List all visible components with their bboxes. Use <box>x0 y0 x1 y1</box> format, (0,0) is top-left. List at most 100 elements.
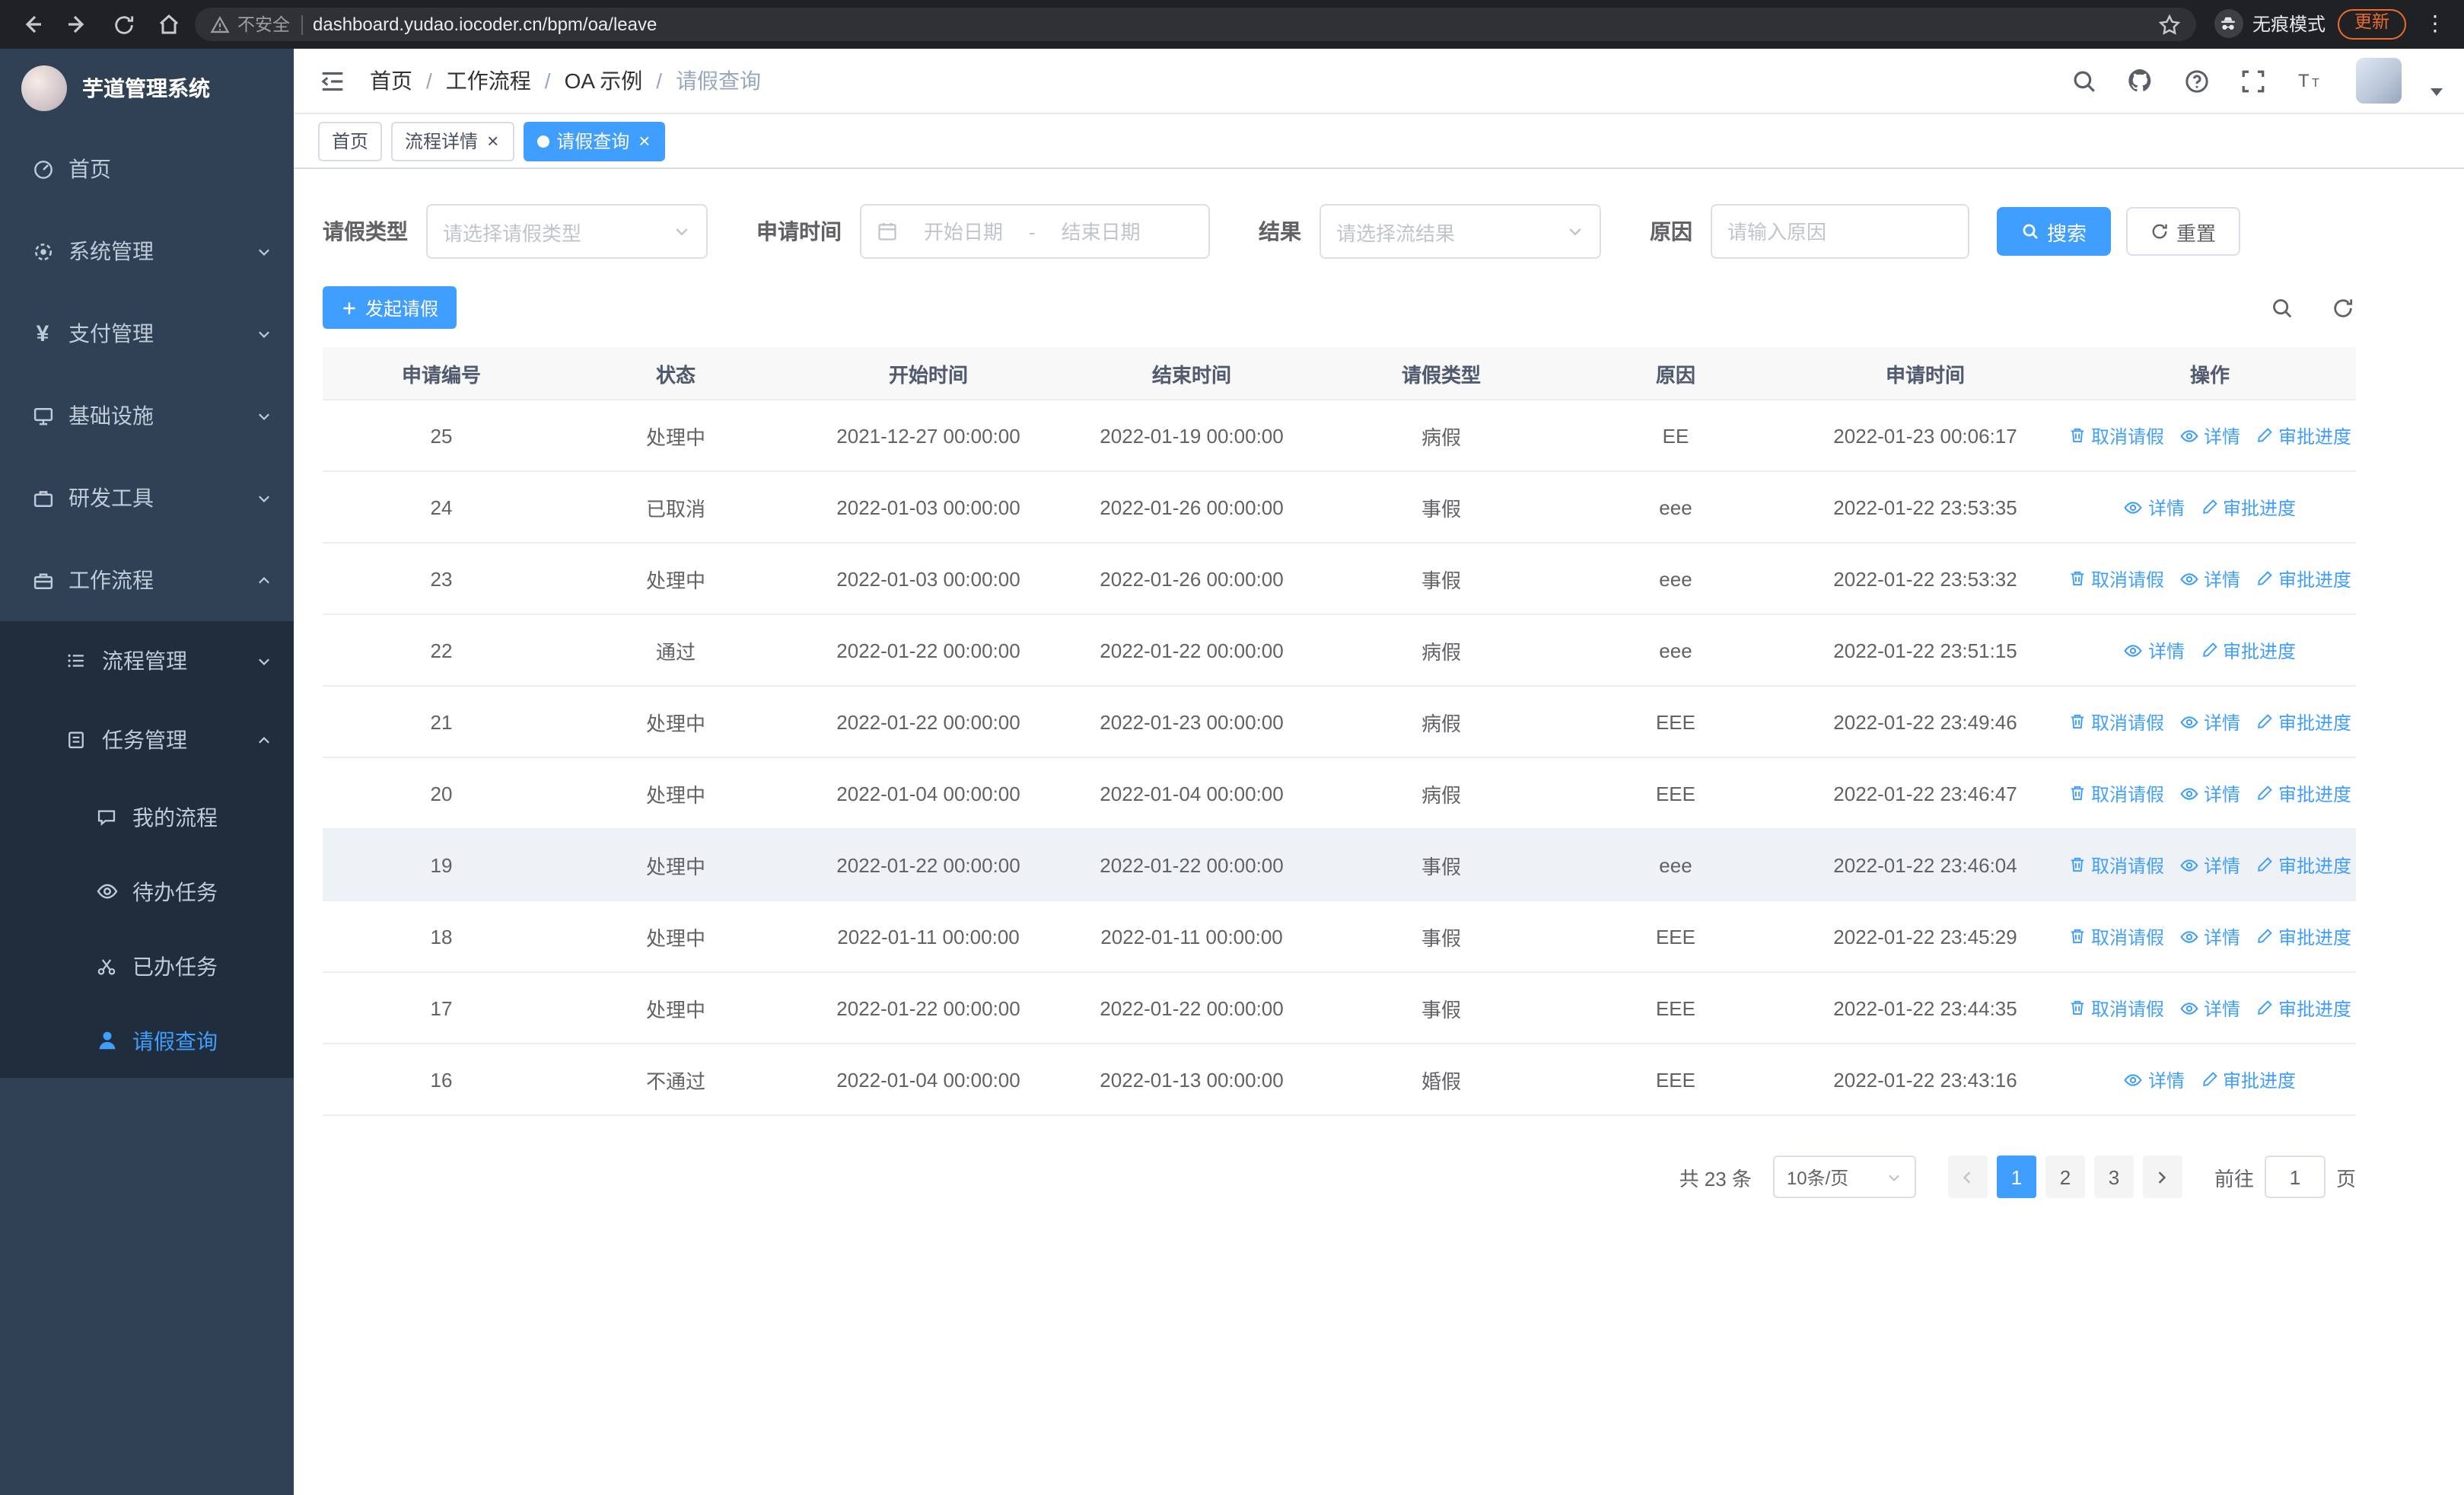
page-button-1[interactable]: 1 <box>1996 1156 2036 1198</box>
cell-apply-time: 2022-01-22 23:53:35 <box>1833 496 2017 518</box>
sidebar-item-leave-query[interactable]: 请假查询 <box>0 1003 294 1078</box>
bookmark-star-icon[interactable] <box>2158 13 2181 36</box>
sidebar-item-infrastructure[interactable]: 基础设施 <box>0 375 294 457</box>
date-range-picker[interactable]: - <box>860 204 1210 259</box>
reset-button[interactable]: 重置 <box>2126 207 2241 256</box>
browser-back-button[interactable] <box>12 5 52 44</box>
table-row[interactable]: 18 处理中 2022-01-11 00:00:00 2022-01-11 00… <box>323 901 2356 973</box>
font-size-icon[interactable]: TT <box>2294 65 2324 96</box>
browser-refresh-button[interactable] <box>103 5 143 44</box>
approval-progress-link[interactable]: 审批进度 <box>2255 995 2351 1021</box>
breadcrumb-oa-example[interactable]: OA 示例 <box>565 65 643 96</box>
breadcrumb-home[interactable]: 首页 <box>370 65 412 96</box>
result-select[interactable]: 请选择流结果 <box>1320 204 1601 259</box>
address-bar[interactable]: 不安全 dashboard.yudao.iocoder.cn/bpm/oa/le… <box>195 8 2196 41</box>
sidebar-item-home[interactable]: 首页 <box>0 128 294 210</box>
reason-input[interactable] <box>1727 220 1953 243</box>
detail-link[interactable]: 详情 <box>2179 852 2240 878</box>
cell-end-time: 2022-01-13 00:00:00 <box>1100 1068 1284 1091</box>
tab-home[interactable]: 首页 <box>318 121 383 161</box>
cancel-leave-label: 取消请假 <box>2090 426 2164 447</box>
table-row[interactable]: 22 通过 2022-01-22 00:00:00 2022-01-22 00:… <box>323 615 2356 687</box>
refresh-table-icon[interactable] <box>2329 294 2356 321</box>
table-row[interactable]: 19 处理中 2022-01-22 00:00:00 2022-01-22 00… <box>323 830 2356 901</box>
create-leave-button[interactable]: 发起请假 <box>323 286 457 329</box>
approval-progress-link[interactable]: 审批进度 <box>2255 566 2351 591</box>
approval-progress-link[interactable]: 审批进度 <box>2200 637 2296 663</box>
sidebar-item-workflow[interactable]: 工作流程 <box>0 539 294 621</box>
browser-forward-button[interactable] <box>58 5 97 44</box>
search-icon[interactable] <box>2068 65 2099 96</box>
approval-progress-link[interactable]: 审批进度 <box>2255 780 2351 806</box>
caret-down-icon[interactable] <box>2431 88 2443 95</box>
cancel-leave-link[interactable]: 取消请假 <box>2068 709 2164 735</box>
fullscreen-icon[interactable] <box>2237 65 2268 96</box>
logo[interactable]: 芋道管理系统 <box>0 49 294 128</box>
browser-menu-icon[interactable]: ⋮ <box>2418 11 2452 37</box>
table-row[interactable]: 24 已取消 2022-01-03 00:00:00 2022-01-26 00… <box>323 472 2356 543</box>
cancel-leave-link[interactable]: 取消请假 <box>2068 995 2164 1021</box>
sidebar-item-devtools[interactable]: 研发工具 <box>0 457 294 539</box>
approval-progress-link[interactable]: 审批进度 <box>2255 709 2351 735</box>
sidebar-item-process-management[interactable]: 流程管理 <box>0 621 294 700</box>
page-button-2[interactable]: 2 <box>2045 1156 2085 1198</box>
cancel-leave-link[interactable]: 取消请假 <box>2068 852 2164 878</box>
detail-link[interactable]: 详情 <box>2179 995 2240 1021</box>
url-text[interactable]: dashboard.yudao.iocoder.cn/bpm/oa/leave <box>313 14 2147 35</box>
sidebar-item-my-processes[interactable]: 我的流程 <box>0 779 294 854</box>
next-page-button[interactable] <box>2142 1156 2182 1198</box>
sidebar-item-task-management[interactable]: 任务管理 <box>0 700 294 779</box>
detail-link[interactable]: 详情 <box>2124 637 2185 663</box>
prev-page-button[interactable] <box>1947 1156 1988 1198</box>
sidebar-item-pending-tasks[interactable]: 待办任务 <box>0 854 294 929</box>
detail-link[interactable]: 详情 <box>2179 709 2240 735</box>
approval-progress-link[interactable]: 审批进度 <box>2255 923 2351 949</box>
cancel-leave-link[interactable]: 取消请假 <box>2068 780 2164 806</box>
help-icon[interactable] <box>2181 65 2211 96</box>
trash-icon <box>2071 571 2084 586</box>
cancel-leave-link[interactable]: 取消请假 <box>2068 566 2164 591</box>
close-icon[interactable]: × <box>485 131 500 151</box>
cancel-leave-link[interactable]: 取消请假 <box>2068 422 2164 448</box>
browser-home-button[interactable] <box>149 5 189 44</box>
tab-leave-query[interactable]: 请假查询 × <box>523 121 666 161</box>
detail-link[interactable]: 详情 <box>2179 780 2240 806</box>
table-row[interactable]: 23 处理中 2022-01-03 00:00:00 2022-01-26 00… <box>323 543 2356 615</box>
close-icon[interactable]: × <box>637 131 651 151</box>
detail-link[interactable]: 详情 <box>2179 566 2240 591</box>
detail-label: 详情 <box>2203 712 2240 733</box>
tab-process-detail[interactable]: 流程详情 × <box>391 121 514 161</box>
page-button-3[interactable]: 3 <box>2093 1156 2134 1198</box>
sidebar-item-payment[interactable]: ¥ 支付管理 <box>0 292 294 375</box>
table-row[interactable]: 21 处理中 2022-01-22 00:00:00 2022-01-23 00… <box>323 687 2356 758</box>
approval-progress-link[interactable]: 审批进度 <box>2200 494 2296 520</box>
approval-progress-link[interactable]: 审批进度 <box>2255 422 2351 448</box>
sidebar-collapse-icon[interactable] <box>315 64 349 97</box>
table-row[interactable]: 16 不通过 2022-01-04 00:00:00 2022-01-13 00… <box>323 1044 2356 1116</box>
page-size-select[interactable]: 10条/页 <box>1772 1156 1916 1198</box>
end-date-input[interactable] <box>1041 220 1160 243</box>
security-warning[interactable]: 不安全 <box>210 12 290 37</box>
table-row[interactable]: 17 处理中 2022-01-22 00:00:00 2022-01-22 00… <box>323 973 2356 1044</box>
leave-type-select[interactable]: 请选择请假类型 <box>426 204 708 259</box>
detail-link[interactable]: 详情 <box>2124 494 2185 520</box>
approval-progress-link[interactable]: 审批进度 <box>2255 852 2351 878</box>
detail-link[interactable]: 详情 <box>2124 1066 2185 1092</box>
table-row[interactable]: 25 处理中 2021-12-27 00:00:00 2022-01-19 00… <box>323 400 2356 472</box>
goto-page-input[interactable] <box>2264 1156 2326 1198</box>
breadcrumb-workflow[interactable]: 工作流程 <box>446 65 531 96</box>
cell-apply-id: 16 <box>430 1068 453 1091</box>
start-date-input[interactable] <box>904 220 1023 243</box>
approval-progress-link[interactable]: 审批进度 <box>2200 1066 2296 1092</box>
toggle-search-icon[interactable] <box>2268 294 2295 321</box>
avatar[interactable] <box>2356 58 2402 104</box>
browser-update-button[interactable]: 更新 <box>2338 9 2406 40</box>
cancel-leave-link[interactable]: 取消请假 <box>2068 923 2164 949</box>
sidebar-item-done-tasks[interactable]: 已办任务 <box>0 929 294 1003</box>
table-row[interactable]: 20 处理中 2022-01-04 00:00:00 2022-01-04 00… <box>323 758 2356 830</box>
detail-link[interactable]: 详情 <box>2179 923 2240 949</box>
sidebar-item-system[interactable]: 系统管理 <box>0 210 294 292</box>
search-button[interactable]: 搜索 <box>1997 207 2112 256</box>
detail-link[interactable]: 详情 <box>2179 422 2240 448</box>
github-icon[interactable] <box>2125 65 2155 96</box>
